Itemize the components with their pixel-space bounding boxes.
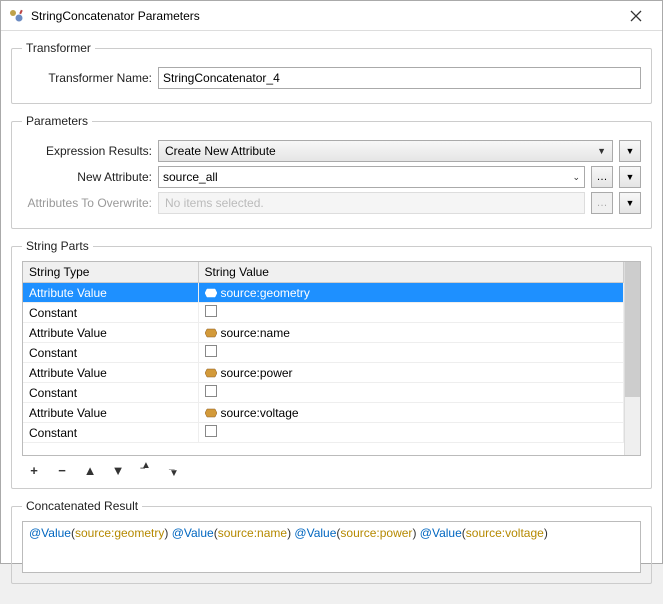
table-row[interactable]: Constant [23,343,624,363]
vertical-scrollbar[interactable] [624,262,640,455]
cell-string-type[interactable]: Constant [23,383,198,403]
cell-string-type[interactable]: Attribute Value [23,323,198,343]
table-row[interactable]: Attribute Value source:power [23,363,624,383]
cell-string-value[interactable]: source:geometry [198,283,624,303]
attributes-to-overwrite-menu-button[interactable]: ▼ [619,192,641,214]
string-parts-table[interactable]: String Type String Value Attribute Value… [23,262,624,443]
attributes-to-overwrite-browse-button: … [591,192,613,214]
parameters-legend: Parameters [22,114,92,128]
expression-results-combo[interactable]: Create New Attribute ▼ [158,140,613,162]
col-string-type[interactable]: String Type [23,262,198,283]
attr-value-text: source:voltage [221,406,299,420]
cell-string-value[interactable]: source:power [198,363,624,383]
attr-value-text: source:name [221,326,290,340]
table-row[interactable]: Constant [23,383,624,403]
transformer-group: Transformer Transformer Name: [11,41,652,104]
result-group: Concatenated Result @Value(source:geomet… [11,499,652,584]
new-attribute-menu-button[interactable]: ▼ [619,166,641,188]
transformer-legend: Transformer [22,41,95,55]
cell-string-value[interactable]: source:voltage [198,403,624,423]
cell-string-type[interactable]: Constant [23,303,198,323]
chevron-down-icon: ▼ [597,146,606,156]
cell-string-value[interactable] [198,343,624,363]
table-row[interactable]: Attribute Value source:name [23,323,624,343]
new-attribute-browse-button[interactable]: … [591,166,613,188]
cell-string-type[interactable]: Attribute Value [23,403,198,423]
cell-string-type[interactable]: Constant [23,423,198,443]
attributes-to-overwrite-field: No items selected. [158,192,585,214]
transformer-name-input[interactable] [158,67,641,89]
table-row[interactable]: Attribute Value source:geometry [23,283,624,303]
string-parts-group: String Parts String Type String Value At… [11,239,652,489]
chevron-down-icon: ▼ [626,198,635,208]
dialog-window: StringConcatenator Parameters Transforme… [0,0,663,564]
attr-value-text: source:geometry [221,286,310,300]
cell-string-value[interactable] [198,423,624,443]
close-button[interactable] [616,2,656,30]
parameters-group: Parameters Expression Results: Create Ne… [11,114,652,229]
expression-results-menu-button[interactable]: ▼ [619,140,641,162]
ellipsis-icon: … [597,171,608,183]
cell-string-value[interactable]: source:name [198,323,624,343]
string-parts-toolbar: + − ▲ ▼ ▲‾ _▼ [22,456,641,478]
cell-string-value[interactable] [198,303,624,323]
table-row[interactable]: Constant [23,423,624,443]
chevron-down-icon: ⌄ [572,172,580,183]
table-row[interactable]: Constant [23,303,624,323]
close-icon [630,10,642,22]
ellipsis-icon: … [597,197,608,209]
cell-string-type[interactable]: Attribute Value [23,363,198,383]
constant-box-icon [205,425,217,437]
add-row-button[interactable]: + [26,462,42,478]
expression-results-value: Create New Attribute [165,144,276,158]
new-attribute-label: New Attribute: [22,170,152,184]
titlebar: StringConcatenator Parameters [1,1,662,31]
move-top-button[interactable]: ▲‾ [138,462,154,478]
table-row[interactable]: Attribute Value source:voltage [23,403,624,423]
constant-box-icon [205,345,217,357]
new-attribute-value: source_all [163,170,218,184]
remove-row-button[interactable]: − [54,462,70,478]
transformer-icon [9,8,25,24]
result-legend: Concatenated Result [22,499,142,513]
cell-string-value[interactable] [198,383,624,403]
string-parts-table-wrap: String Type String Value Attribute Value… [22,261,641,456]
new-attribute-combo[interactable]: source_all ⌄ [158,166,585,188]
attr-value-text: source:power [221,366,293,380]
scrollbar-thumb[interactable] [625,262,640,397]
string-parts-legend: String Parts [22,239,93,253]
col-string-value[interactable]: String Value [198,262,624,283]
constant-box-icon [205,385,217,397]
window-title: StringConcatenator Parameters [31,9,616,23]
constant-box-icon [205,305,217,317]
attributes-to-overwrite-label: Attributes To Overwrite: [22,196,152,210]
cell-string-type[interactable]: Constant [23,343,198,363]
move-down-button[interactable]: ▼ [110,462,126,478]
move-up-button[interactable]: ▲ [82,462,98,478]
expression-results-label: Expression Results: [22,144,152,158]
chevron-down-icon: ▼ [626,146,635,156]
chevron-down-icon: ▼ [626,172,635,182]
transformer-name-label: Transformer Name: [22,71,152,85]
result-preview[interactable]: @Value(source:geometry) @Value(source:na… [22,521,641,573]
cell-string-type[interactable]: Attribute Value [23,283,198,303]
move-bottom-button[interactable]: _▼ [166,462,182,478]
